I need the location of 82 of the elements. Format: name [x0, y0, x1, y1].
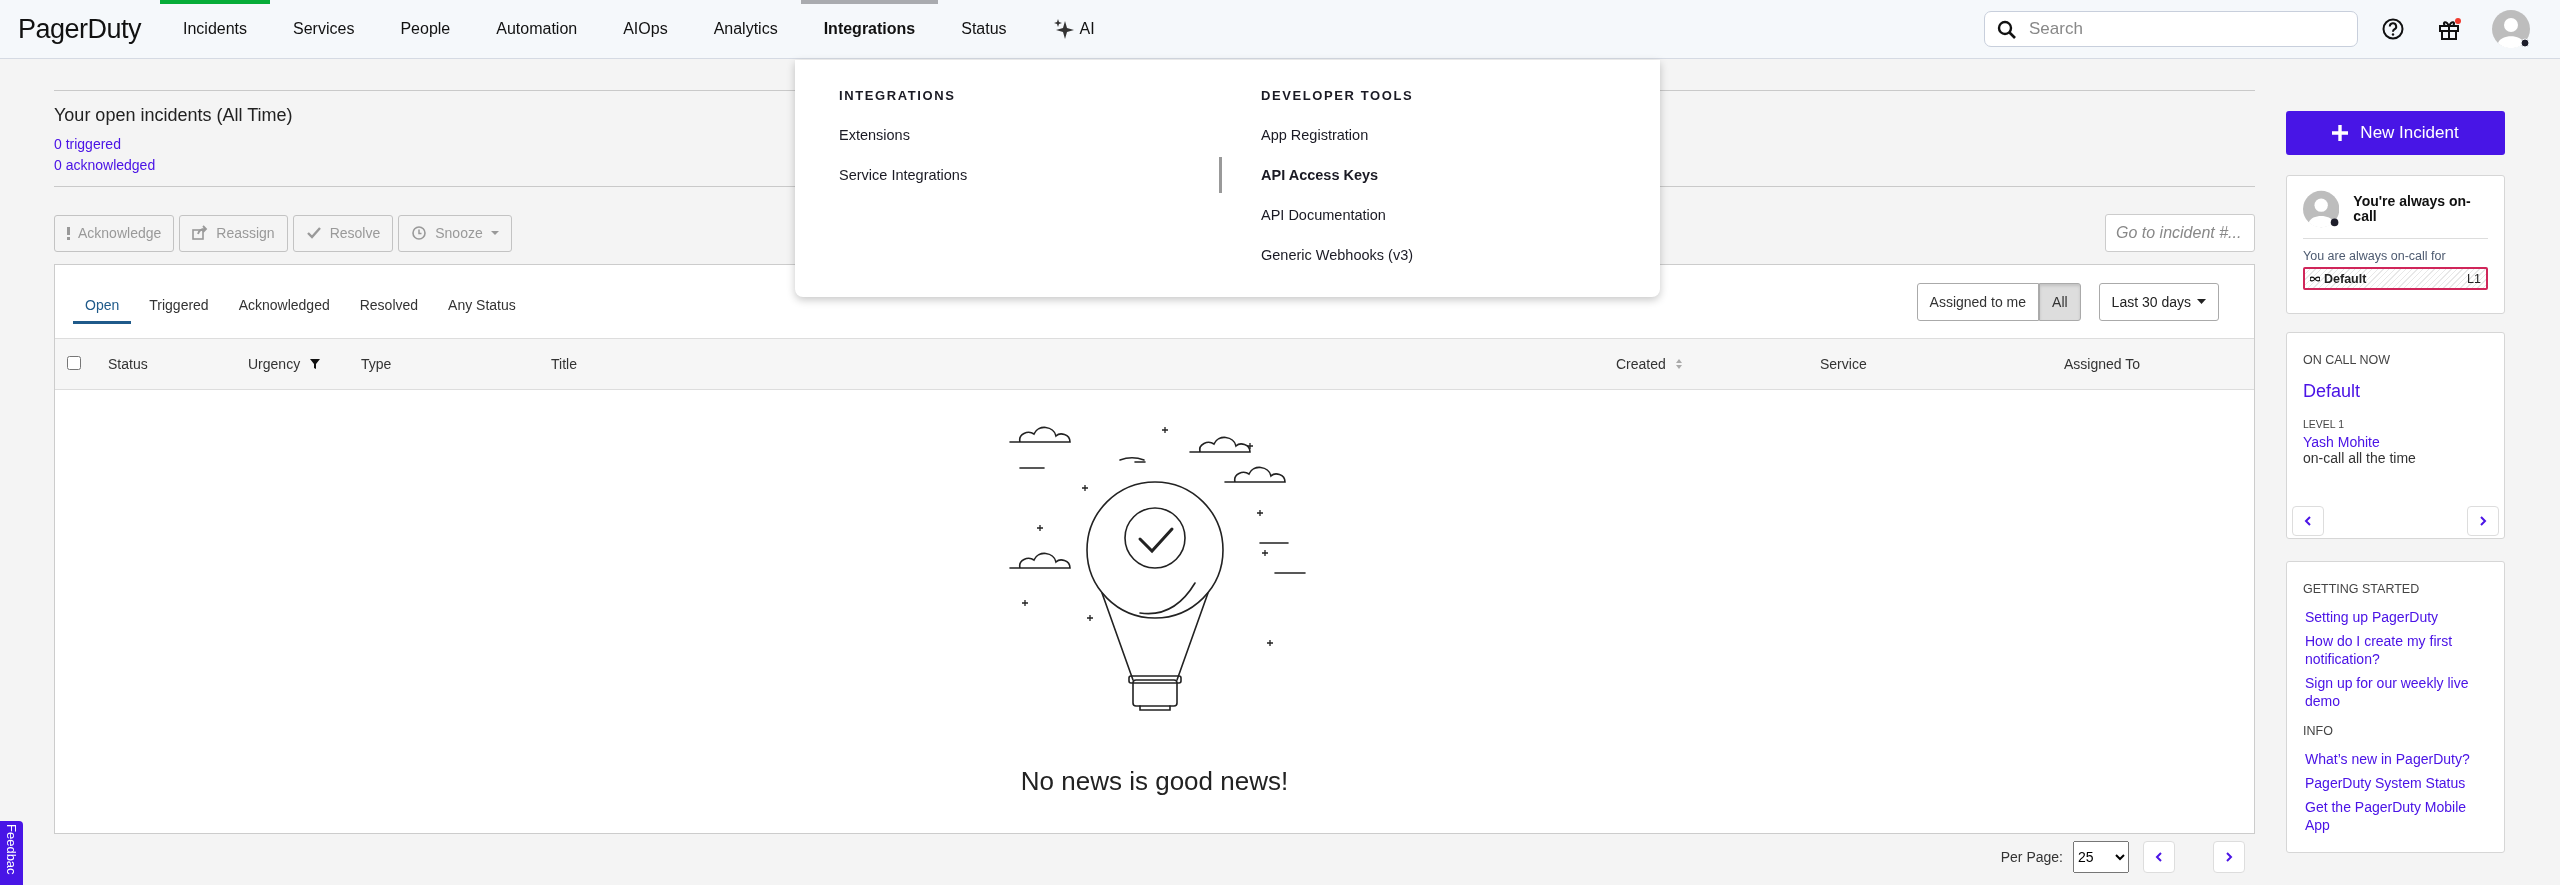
- nav-link[interactable]: People: [377, 0, 474, 59]
- section-title: Your open incidents (All Time): [54, 105, 294, 126]
- help-icon[interactable]: [2382, 18, 2404, 40]
- snooze-icon: [411, 225, 428, 241]
- column-header[interactable]: Title: [551, 356, 577, 372]
- acknowledge-icon: [67, 226, 70, 240]
- menu-item[interactable]: Generic Webhooks (v3): [1261, 235, 1660, 275]
- column-header[interactable]: Assigned To: [2064, 356, 2140, 372]
- pagerduty-logo[interactable]: PagerDuty: [18, 13, 160, 45]
- menu-item[interactable]: API Access Keys: [1261, 155, 1660, 195]
- per-page-label: Per Page:: [2000, 849, 2063, 865]
- nav-link[interactable]: AI: [1029, 0, 1118, 59]
- schedule-text: on-call all the time: [2303, 450, 2417, 466]
- nav-link[interactable]: Status: [938, 0, 1030, 59]
- chevron-right-icon: [2479, 516, 2487, 526]
- infinity-icon: [2310, 274, 2320, 283]
- menu-item[interactable]: API Documentation: [1261, 195, 1660, 235]
- assignee-toggle[interactable]: All: [2039, 282, 2081, 321]
- status-tab[interactable]: Open: [73, 289, 132, 324]
- chevron-left-icon: [2155, 852, 2163, 862]
- nav-link[interactable]: AIOps: [600, 0, 691, 59]
- nav-link[interactable]: Analytics: [690, 0, 801, 59]
- caret-icon: [490, 231, 499, 235]
- nav-link[interactable]: Incidents: [160, 0, 271, 59]
- menu-item[interactable]: App Registration: [1261, 115, 1660, 155]
- new-incident-button[interactable]: New Incident: [2286, 111, 2505, 155]
- column-header[interactable]: Status: [108, 356, 148, 372]
- level-label: LEVEL 1: [2303, 418, 2346, 430]
- column-header[interactable]: Created: [1616, 356, 1666, 372]
- column-header[interactable]: Service: [1820, 356, 1867, 372]
- chevron-right-icon: [2225, 852, 2233, 862]
- incident-count-link[interactable]: 0 acknowledged: [54, 155, 156, 176]
- status-tab[interactable]: Acknowledged: [226, 289, 342, 324]
- resolve-icon: [305, 225, 322, 241]
- user-avatar: [2303, 190, 2340, 228]
- incident-count-link[interactable]: 0 triggered: [54, 134, 121, 155]
- search-icon: [1997, 20, 2016, 39]
- menu-heading: INTEGRATIONS: [839, 88, 957, 103]
- menu-item[interactable]: Extensions: [839, 115, 1238, 155]
- gift-icon[interactable]: [2438, 17, 2462, 41]
- goto-incident-field[interactable]: Go to incident #...: [2105, 214, 2255, 252]
- help-link[interactable]: Setting up PagerDuty: [2305, 608, 2488, 626]
- escalation-policy-link[interactable]: Default: [2303, 381, 2488, 402]
- status-tab[interactable]: Resolved: [347, 289, 431, 324]
- menu-item[interactable]: Service Integrations: [839, 155, 1238, 195]
- status-tab[interactable]: Any Status: [436, 289, 528, 324]
- filter-icon: [310, 359, 321, 369]
- card-heading: GETTING STARTED: [2303, 582, 2421, 596]
- help-link[interactable]: How do I create my first notification?: [2305, 632, 2488, 668]
- reassign-icon: [192, 225, 209, 241]
- nav-link[interactable]: Integrations: [800, 0, 939, 59]
- on-call-title: You're always on-call: [2353, 194, 2472, 224]
- help-link[interactable]: PagerDuty System Status: [2305, 774, 2488, 792]
- escalation-policy-tag[interactable]: Default L1: [2303, 267, 2488, 290]
- sort-icon: [1675, 359, 1682, 369]
- previous-page-button[interactable]: [2143, 841, 2175, 873]
- next-page-button[interactable]: [2213, 841, 2245, 873]
- menu-heading: DEVELOPER TOOLS: [1261, 88, 1415, 103]
- user-avatar[interactable]: [2492, 10, 2530, 48]
- previous-button[interactable]: [2292, 506, 2324, 536]
- assignee-toggle[interactable]: Assigned to me: [1916, 282, 2040, 321]
- on-call-text: You are always on-call for: [2303, 249, 2447, 263]
- help-link[interactable]: What’s new in PagerDuty?: [2305, 750, 2488, 768]
- next-button[interactable]: [2467, 506, 2499, 536]
- select-all-checkbox[interactable]: [67, 355, 81, 370]
- column-header[interactable]: Type: [361, 356, 392, 372]
- caret-icon: [2197, 299, 2206, 304]
- card-heading: ON CALL NOW: [2303, 353, 2392, 367]
- user-link[interactable]: Yash Mohite: [2303, 434, 2488, 450]
- plus-icon: [2332, 125, 2349, 141]
- card-heading: INFO: [2303, 724, 2334, 738]
- nav-link[interactable]: Services: [270, 0, 378, 59]
- nav-link[interactable]: Automation: [473, 0, 601, 59]
- column-header[interactable]: Urgency: [248, 356, 301, 372]
- help-link[interactable]: Sign up for our weekly live demo: [2305, 674, 2488, 710]
- empty-state-message: No news is good news!: [1020, 766, 1289, 797]
- chevron-left-icon: [2304, 516, 2312, 526]
- per-page-select[interactable]: 25: [2073, 841, 2129, 873]
- date-range-dropdown[interactable]: Last 30 days: [2098, 282, 2219, 321]
- help-link[interactable]: Get the PagerDuty Mobile App: [2305, 798, 2488, 834]
- status-tab[interactable]: Triggered: [137, 289, 221, 324]
- search-field[interactable]: Search: [1984, 11, 2358, 47]
